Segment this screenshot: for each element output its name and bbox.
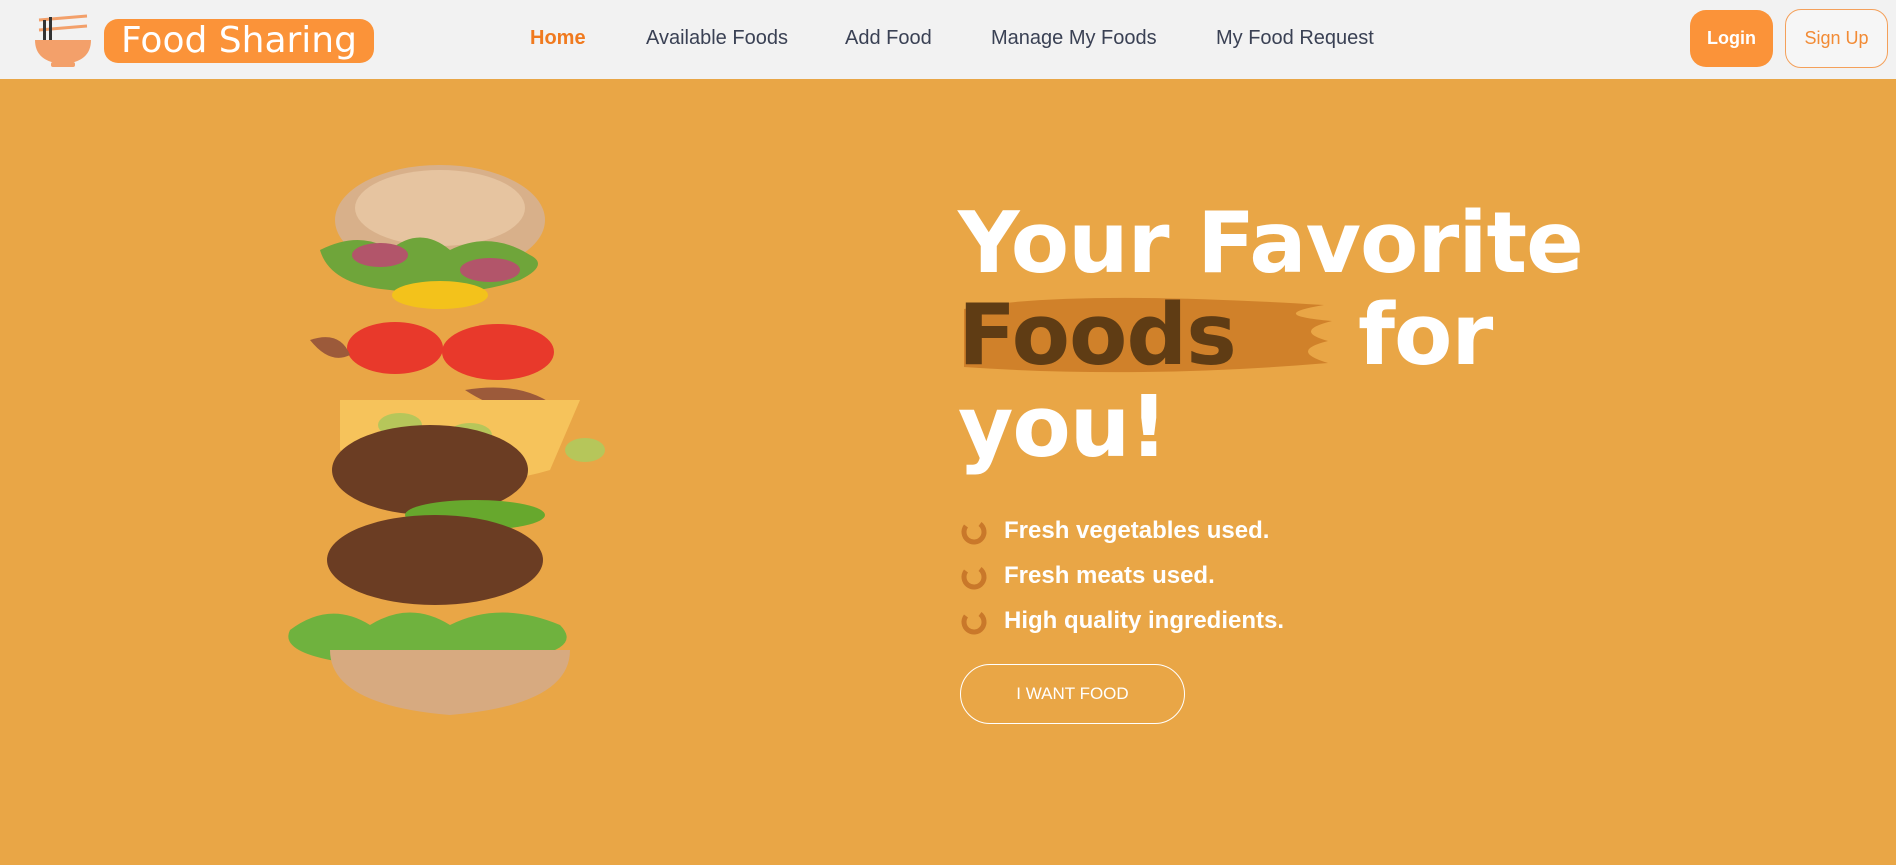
nav-add-food[interactable]: Add Food bbox=[845, 27, 932, 50]
nav-home[interactable]: Home bbox=[530, 27, 586, 50]
feature-item: Fresh meats used. bbox=[958, 553, 1284, 598]
spiral-bullet-icon bbox=[961, 611, 987, 634]
headline-line-2: for bbox=[1358, 286, 1493, 385]
signup-button[interactable]: Sign Up bbox=[1785, 9, 1888, 68]
nav-manage-my-foods[interactable]: Manage My Foods bbox=[991, 27, 1157, 50]
headline-line-3: you! bbox=[958, 378, 1168, 477]
brand-name[interactable]: Food Sharing bbox=[104, 19, 374, 63]
nav-my-food-request[interactable]: My Food Request bbox=[1216, 27, 1374, 50]
headline-line-1: Your Favorite bbox=[958, 194, 1584, 293]
burger-image bbox=[288, 165, 605, 715]
spiral-bullet-icon bbox=[961, 521, 987, 544]
feature-list: Fresh vegetables used. Fresh meats used.… bbox=[958, 508, 1284, 643]
login-button[interactable]: Login bbox=[1690, 10, 1773, 67]
noodle-bowl-logo-icon[interactable] bbox=[33, 14, 93, 70]
headline-highlight-foods: Foods bbox=[958, 286, 1237, 385]
feature-item: High quality ingredients. bbox=[958, 598, 1284, 643]
navbar: Food Sharing Home Available Foods Add Fo… bbox=[0, 0, 1896, 79]
feature-text: High quality ingredients. bbox=[1004, 606, 1285, 634]
i-want-food-button[interactable]: I WANT FOOD bbox=[960, 664, 1185, 724]
feature-item: Fresh vegetables used. bbox=[958, 508, 1284, 553]
nav-available-foods[interactable]: Available Foods bbox=[646, 27, 788, 50]
feature-text: Fresh meats used. bbox=[1004, 561, 1215, 589]
feature-text: Fresh vegetables used. bbox=[1004, 516, 1270, 544]
spiral-bullet-icon bbox=[961, 566, 987, 589]
